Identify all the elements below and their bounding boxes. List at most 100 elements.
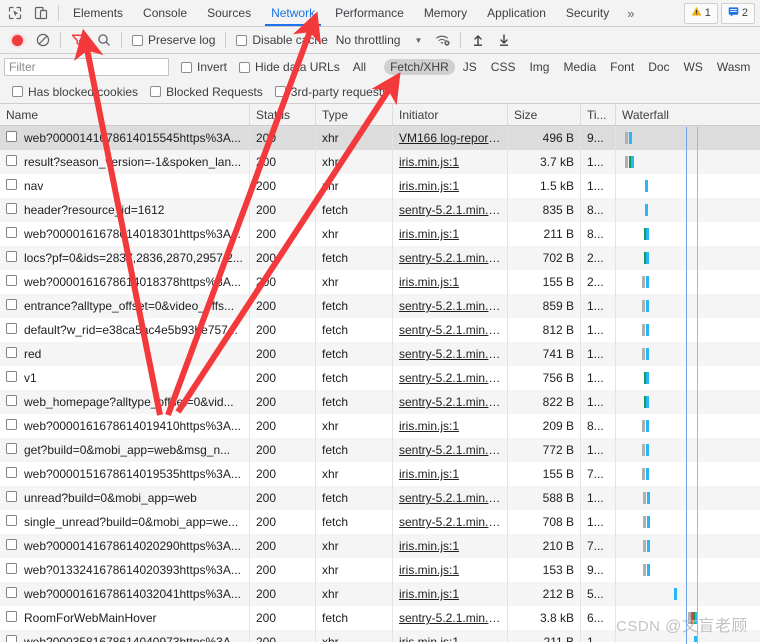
- request-name-cell[interactable]: header?resource_id=1612: [0, 198, 250, 222]
- chevron-down-icon[interactable]: ▼: [404, 36, 430, 45]
- request-name-cell[interactable]: web?0000151678614019535https%3A...: [0, 462, 250, 486]
- import-har-icon[interactable]: [465, 28, 491, 52]
- search-icon[interactable]: [91, 28, 117, 52]
- invert-checkbox[interactable]: Invert: [175, 60, 233, 74]
- device-toolbar-icon[interactable]: [28, 1, 54, 25]
- column-header-status[interactable]: Status: [250, 104, 316, 125]
- table-row[interactable]: web?0000151678614019535https%3A... 200 xhr…: [0, 462, 760, 486]
- table-row[interactable]: web?0000161678614032041https%3A... 200 xhr…: [0, 582, 760, 606]
- table-row[interactable]: RoomForWebMainHover 200 fetch sentry-5.2.1.…: [0, 606, 760, 630]
- table-row[interactable]: result?season_version=-1&spoken_lan... 20…: [0, 150, 760, 174]
- filter-icon[interactable]: [65, 28, 91, 52]
- initiator-link[interactable]: VM166 log-reporte...: [399, 131, 501, 145]
- request-name-cell[interactable]: web_homepage?alltype_offset=0&vid...: [0, 390, 250, 414]
- tab-console[interactable]: Console: [133, 0, 197, 26]
- tab-elements[interactable]: Elements: [63, 0, 133, 26]
- request-initiator-cell[interactable]: iris.min.js:1: [393, 534, 508, 558]
- column-header-initiator[interactable]: Initiator: [393, 104, 508, 125]
- request-initiator-cell[interactable]: sentry-5.2.1.min.js:2: [393, 510, 508, 534]
- table-row[interactable]: web?0000161678614018301https%3A... 200 xhr…: [0, 222, 760, 246]
- table-row[interactable]: web?0000141678614020290https%3A... 200 xhr…: [0, 534, 760, 558]
- tab-application[interactable]: Application: [477, 0, 556, 26]
- request-initiator-cell[interactable]: sentry-5.2.1.min.js:2: [393, 606, 508, 630]
- column-header-waterfall[interactable]: Waterfall: [616, 104, 760, 125]
- request-initiator-cell[interactable]: sentry-5.2.1.min.js:2: [393, 366, 508, 390]
- tab-sources[interactable]: Sources: [197, 0, 261, 26]
- initiator-link[interactable]: sentry-5.2.1.min.js:2: [399, 299, 501, 313]
- requests-table-body[interactable]: web?0000141678614015545https%3A... 200 xhr…: [0, 126, 760, 642]
- initiator-link[interactable]: iris.min.js:1: [399, 635, 459, 642]
- tab-memory[interactable]: Memory: [414, 0, 477, 26]
- type-filter-ws[interactable]: WS: [678, 59, 709, 75]
- request-initiator-cell[interactable]: iris.min.js:1: [393, 270, 508, 294]
- column-header-time[interactable]: Ti...: [581, 104, 616, 125]
- export-har-icon[interactable]: [491, 28, 517, 52]
- type-filter-font[interactable]: Font: [604, 59, 640, 75]
- type-filter-all[interactable]: All: [347, 59, 372, 75]
- request-initiator-cell[interactable]: iris.min.js:1: [393, 462, 508, 486]
- disable-cache-checkbox[interactable]: Disable cache: [230, 33, 333, 47]
- request-name-cell[interactable]: red: [0, 342, 250, 366]
- request-name-cell[interactable]: unread?build=0&mobi_app=web: [0, 486, 250, 510]
- initiator-link[interactable]: iris.min.js:1: [399, 587, 459, 601]
- request-initiator-cell[interactable]: sentry-5.2.1.min.js:2: [393, 318, 508, 342]
- initiator-link[interactable]: iris.min.js:1: [399, 275, 459, 289]
- request-initiator-cell[interactable]: sentry-5.2.1.min.js:2: [393, 438, 508, 462]
- request-initiator-cell[interactable]: iris.min.js:1: [393, 582, 508, 606]
- inspect-element-icon[interactable]: [2, 1, 28, 25]
- table-row[interactable]: web?0000161678614019410https%3A... 200 xhr…: [0, 414, 760, 438]
- column-header-name[interactable]: Name: [0, 104, 250, 125]
- request-initiator-cell[interactable]: sentry-5.2.1.min.js:2: [393, 342, 508, 366]
- type-filter-img[interactable]: Img: [523, 59, 555, 75]
- table-row[interactable]: entrance?alltype_offset=0&video_offs... 2…: [0, 294, 760, 318]
- request-initiator-cell[interactable]: iris.min.js:1: [393, 558, 508, 582]
- request-name-cell[interactable]: entrance?alltype_offset=0&video_offs...: [0, 294, 250, 318]
- table-row[interactable]: default?w_rid=e38ca5ac4e5b93be757... 200 f…: [0, 318, 760, 342]
- third-party-requests-checkbox[interactable]: 3rd-party requests: [269, 85, 394, 99]
- initiator-link[interactable]: iris.min.js:1: [399, 419, 459, 433]
- initiator-link[interactable]: iris.min.js:1: [399, 467, 459, 481]
- table-row[interactable]: web?0000141678614015545https%3A... 200 xhr…: [0, 126, 760, 150]
- request-initiator-cell[interactable]: sentry-5.2.1.min.js:2: [393, 246, 508, 270]
- request-name-cell[interactable]: RoomForWebMainHover: [0, 606, 250, 630]
- request-name-cell[interactable]: default?w_rid=e38ca5ac4e5b93be757...: [0, 318, 250, 342]
- table-row[interactable]: single_unread?build=0&mobi_app=we... 200 f…: [0, 510, 760, 534]
- request-name-cell[interactable]: result?season_version=-1&spoken_lan...: [0, 150, 250, 174]
- initiator-link[interactable]: sentry-5.2.1.min.js:2: [399, 347, 501, 361]
- filter-input[interactable]: [4, 58, 169, 76]
- request-initiator-cell[interactable]: iris.min.js:1: [393, 630, 508, 642]
- request-name-cell[interactable]: web?0000161678614019410https%3A...: [0, 414, 250, 438]
- initiator-link[interactable]: iris.min.js:1: [399, 155, 459, 169]
- request-initiator-cell[interactable]: iris.min.js:1: [393, 150, 508, 174]
- request-name-cell[interactable]: web?0003581678614040973https%3A...: [0, 630, 250, 642]
- type-filter-fetch-xhr[interactable]: Fetch/XHR: [384, 59, 455, 75]
- request-name-cell[interactable]: web?0000141678614015545https%3A...: [0, 126, 250, 150]
- initiator-link[interactable]: sentry-5.2.1.min.js:2: [399, 251, 501, 265]
- more-tabs-icon[interactable]: »: [619, 6, 642, 21]
- throttling-select[interactable]: No throttling: [334, 33, 405, 47]
- request-initiator-cell[interactable]: iris.min.js:1: [393, 414, 508, 438]
- request-name-cell[interactable]: single_unread?build=0&mobi_app=we...: [0, 510, 250, 534]
- table-row[interactable]: header?resource_id=1612 200 fetch sentry-5.…: [0, 198, 760, 222]
- hide-data-urls-checkbox[interactable]: Hide data URLs: [233, 60, 346, 74]
- request-name-cell[interactable]: web?0000161678614032041https%3A...: [0, 582, 250, 606]
- initiator-link[interactable]: sentry-5.2.1.min.js:2: [399, 491, 501, 505]
- initiator-link[interactable]: sentry-5.2.1.min.js:2: [399, 371, 501, 385]
- request-name-cell[interactable]: nav: [0, 174, 250, 198]
- table-row[interactable]: locs?pf=0&ids=2837,2836,2870,2957,2... 20…: [0, 246, 760, 270]
- type-filter-doc[interactable]: Doc: [642, 59, 675, 75]
- type-filter-wasm[interactable]: Wasm: [711, 59, 757, 75]
- initiator-link[interactable]: iris.min.js:1: [399, 539, 459, 553]
- initiator-link[interactable]: sentry-5.2.1.min.js:2: [399, 443, 501, 457]
- has-blocked-cookies-checkbox[interactable]: Has blocked cookies: [6, 85, 144, 99]
- type-filter-media[interactable]: Media: [557, 59, 602, 75]
- record-button[interactable]: [4, 28, 30, 52]
- initiator-link[interactable]: sentry-5.2.1.min.js:2: [399, 323, 501, 337]
- request-name-cell[interactable]: web?0133241678614020393https%3A...: [0, 558, 250, 582]
- request-name-cell[interactable]: locs?pf=0&ids=2837,2836,2870,2957,2...: [0, 246, 250, 270]
- column-header-type[interactable]: Type: [316, 104, 393, 125]
- table-row[interactable]: red 200 fetch sentry-5.2.1.min.js:2 741 B 1..…: [0, 342, 760, 366]
- request-name-cell[interactable]: web?0000161678614018301https%3A...: [0, 222, 250, 246]
- request-name-cell[interactable]: web?0000141678614020290https%3A...: [0, 534, 250, 558]
- type-filter-js[interactable]: JS: [457, 59, 483, 75]
